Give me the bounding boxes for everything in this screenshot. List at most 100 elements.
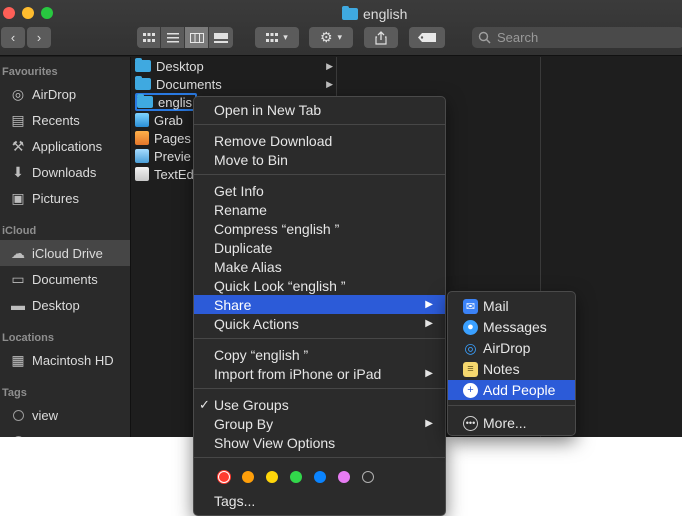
folder-icon xyxy=(135,58,151,72)
tag-color-yellow[interactable] xyxy=(266,471,278,483)
document-icon: ▭ xyxy=(11,270,25,287)
more-icon: ••• xyxy=(463,415,478,431)
share-item-more[interactable]: ••• More... xyxy=(448,413,575,433)
share-item-messages[interactable]: ● Messages xyxy=(448,317,575,337)
app-icon xyxy=(135,113,149,127)
share-item-notes[interactable]: ≡ Notes xyxy=(448,359,575,379)
gallery-view-icon xyxy=(214,32,228,43)
back-button[interactable]: ‹ xyxy=(1,27,25,48)
tag-color-purple[interactable] xyxy=(338,471,350,483)
tag-button[interactable] xyxy=(409,27,445,48)
menu-item-tags[interactable]: Tags... xyxy=(194,491,445,510)
menu-item-open-in-new-tab[interactable]: Open in New Tab xyxy=(194,100,445,119)
column-view-button[interactable] xyxy=(185,27,209,48)
icon-view-icon xyxy=(142,32,155,42)
submenu-arrow-icon: ▶ xyxy=(425,299,433,310)
group-button[interactable]: ▾ xyxy=(255,27,299,48)
sidebar-section-favourites: Favourites xyxy=(2,66,58,78)
share-item-add-people[interactable]: + Add People xyxy=(448,380,575,400)
add-people-icon: + xyxy=(463,382,478,398)
menu-item-label: Quick Look “english ” xyxy=(214,277,346,294)
app-icon xyxy=(135,167,149,181)
menu-item-move-to-bin[interactable]: Move to Bin xyxy=(194,150,445,169)
menu-item-quick-actions[interactable]: Quick Actions ▶ xyxy=(194,314,445,333)
tag-color-orange[interactable] xyxy=(242,471,254,483)
share-item-label: Messages xyxy=(483,319,547,335)
sidebar-section-icloud: iCloud xyxy=(2,225,37,237)
menu-item-use-groups[interactable]: ✓ Use Groups xyxy=(194,395,445,414)
sidebar-item-documents[interactable]: ▭ Documents xyxy=(0,266,130,292)
airdrop-icon: ◎ xyxy=(464,339,477,356)
share-submenu: ✉ Mail ● Messages ◎ AirDrop ≡ Notes + Ad… xyxy=(447,291,576,436)
list-view-button[interactable] xyxy=(161,27,185,48)
close-button[interactable] xyxy=(3,7,15,19)
menu-item-quick-look[interactable]: Quick Look “english ” xyxy=(194,276,445,295)
sidebar-item-tag-view[interactable]: view xyxy=(0,402,130,428)
menu-item-remove-download[interactable]: Remove Download xyxy=(194,131,445,150)
sidebar-item-airdrop[interactable]: ◎ AirDrop xyxy=(0,81,130,107)
menu-item-share[interactable]: Share ▶ xyxy=(194,295,445,314)
forward-button[interactable]: › xyxy=(27,27,51,48)
messages-icon: ● xyxy=(463,319,478,335)
share-icon xyxy=(375,30,387,45)
menu-item-label: Remove Download xyxy=(214,132,333,149)
menu-separator xyxy=(194,457,445,458)
menu-item-rename[interactable]: Rename xyxy=(194,200,445,219)
sidebar-item-macintosh-hd[interactable]: ▦ Macintosh HD xyxy=(0,347,130,373)
pictures-icon: ▣ xyxy=(11,189,25,206)
menu-item-label: Group By xyxy=(214,415,274,432)
list-view-icon xyxy=(166,32,179,42)
search-icon xyxy=(478,31,491,44)
zoom-button[interactable] xyxy=(41,7,53,19)
folder-icon xyxy=(135,76,151,90)
tag-icon xyxy=(418,33,436,42)
share-button[interactable] xyxy=(364,27,398,48)
tag-color-blue[interactable] xyxy=(314,471,326,483)
tag-color-red[interactable] xyxy=(218,471,230,483)
menu-separator xyxy=(194,338,445,339)
gallery-view-button[interactable] xyxy=(209,27,233,48)
menu-item-import-from-iphone[interactable]: Import from iPhone or iPad ▶ xyxy=(194,364,445,383)
menu-item-label: Open in New Tab xyxy=(214,101,322,118)
sidebar-item-recents[interactable]: ▤ Recents xyxy=(0,107,130,133)
sidebar-item-icloud-drive[interactable]: ☁ iCloud Drive xyxy=(0,240,130,266)
menu-item-show-view-options[interactable]: Show View Options xyxy=(194,433,445,452)
share-item-label: Notes xyxy=(483,361,520,377)
menu-item-duplicate[interactable]: Duplicate xyxy=(194,238,445,257)
menu-item-get-info[interactable]: Get Info xyxy=(194,181,445,200)
submenu-arrow-icon: ▶ xyxy=(425,418,433,429)
search-field[interactable]: Search xyxy=(472,27,682,48)
applications-icon: ⚒ xyxy=(11,137,25,154)
list-item-selected[interactable]: englis xyxy=(135,93,197,111)
menu-item-label: Make Alias xyxy=(214,258,282,275)
menu-separator xyxy=(194,174,445,175)
sidebar-item-label: Applications xyxy=(32,138,103,154)
column-view-icon xyxy=(189,32,204,43)
menu-item-make-alias[interactable]: Make Alias xyxy=(194,257,445,276)
sidebar-item-pictures[interactable]: ▣ Pictures xyxy=(0,185,130,211)
chevron-down-icon: ▾ xyxy=(283,32,288,42)
menu-item-copy[interactable]: Copy “english ” xyxy=(194,345,445,364)
share-item-label: AirDrop xyxy=(483,340,531,356)
sidebar-item-label: Pictures xyxy=(32,190,79,206)
sidebar-item-label: Macintosh HD xyxy=(32,352,114,368)
menu-item-compress[interactable]: Compress “english ” xyxy=(194,219,445,238)
sidebar-item-desktop[interactable]: ▬ Desktop xyxy=(0,292,130,318)
action-button[interactable]: ⚙ ▾ xyxy=(309,27,353,48)
sidebar-item-tag-partial[interactable] xyxy=(0,428,130,437)
share-item-mail[interactable]: ✉ Mail xyxy=(448,296,575,316)
tag-color-green[interactable] xyxy=(290,471,302,483)
share-item-airdrop[interactable]: ◎ AirDrop xyxy=(448,338,575,358)
sidebar-item-applications[interactable]: ⚒ Applications xyxy=(0,133,130,159)
icon-view-button[interactable] xyxy=(137,27,161,48)
share-item-label: Add People xyxy=(483,382,556,398)
minimize-button[interactable] xyxy=(22,7,34,19)
list-item[interactable]: Desktop ▶ xyxy=(135,57,335,75)
menu-item-label: Quick Actions xyxy=(214,315,299,332)
list-item[interactable]: Documents ▶ xyxy=(135,75,335,93)
sidebar-item-downloads[interactable]: ⬇ Downloads xyxy=(0,159,130,185)
tag-circle-icon xyxy=(9,432,27,437)
tag-color-gray[interactable] xyxy=(362,471,374,483)
menu-item-group-by[interactable]: Group By ▶ xyxy=(194,414,445,433)
menu-item-label: Duplicate xyxy=(214,239,273,256)
